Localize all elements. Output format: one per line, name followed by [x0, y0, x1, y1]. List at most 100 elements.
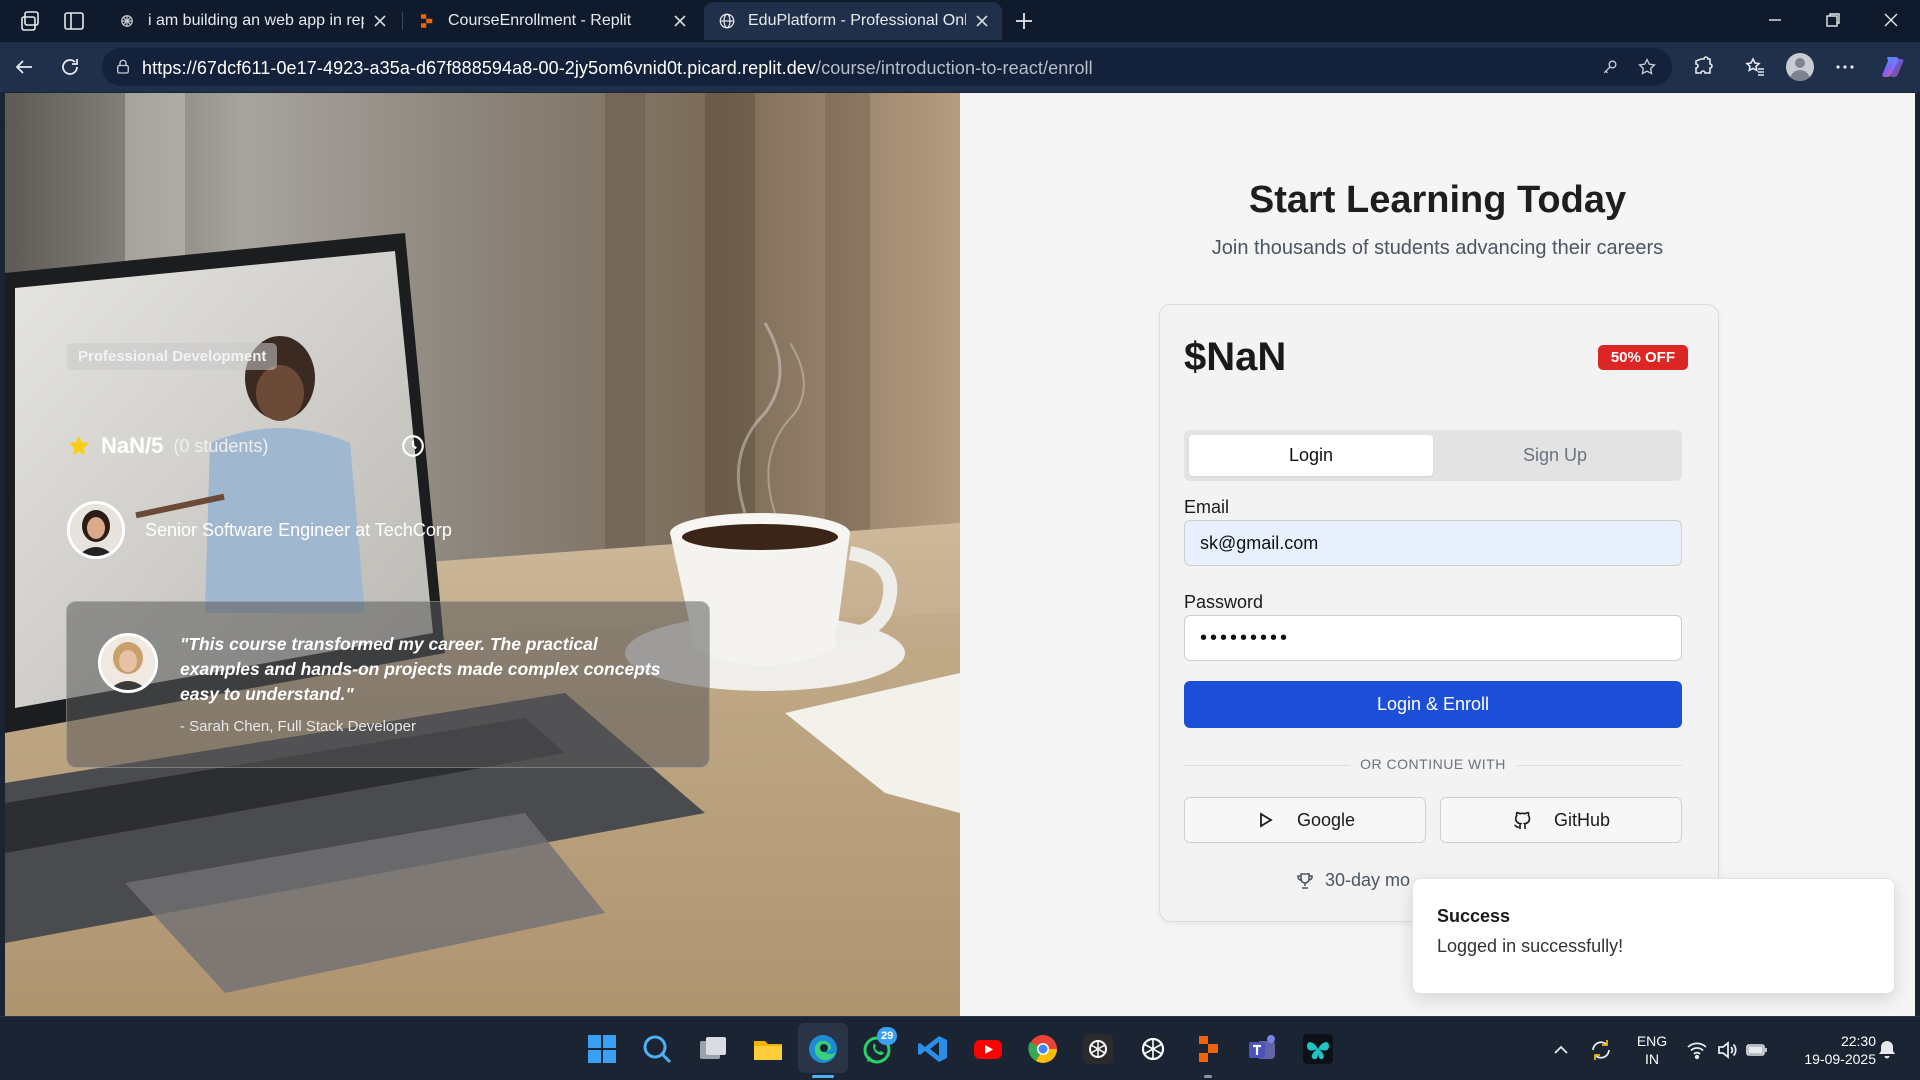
minimize-icon[interactable]: [1765, 10, 1785, 30]
category-badge: Professional Development: [67, 343, 278, 370]
volume-icon[interactable]: [1716, 1039, 1738, 1061]
url-path: /course/introduction-to-react/enroll: [816, 58, 1093, 78]
course-hero-image: Professional Development NaN/5 (0 studen…: [5, 93, 960, 1016]
openai-favicon-icon: [121, 15, 133, 27]
sync-icon[interactable]: [1588, 1037, 1614, 1063]
password-label: Password: [1184, 592, 1264, 612]
tab-title: EduPlatform - Professional Online: [748, 12, 966, 29]
language-region: IN: [1645, 1051, 1659, 1067]
page-title: Start Learning Today: [1248, 179, 1627, 221]
time: 22:30: [1840, 1033, 1876, 1049]
url-bar[interactable]: https://67dcf611-0e17-4923-a35a-d67f8885…: [102, 48, 1672, 86]
more-options-icon[interactable]: [1833, 55, 1857, 79]
lock-icon[interactable]: [114, 58, 132, 76]
extensions-icon[interactable]: [1692, 55, 1716, 79]
whatsapp-unread-badge: 29: [877, 1027, 898, 1045]
search-icon[interactable]: [641, 1033, 673, 1065]
password-value: •••••••••: [1200, 626, 1291, 649]
app-butterfly-icon[interactable]: [1302, 1033, 1334, 1065]
wifi-icon[interactable]: [1686, 1039, 1708, 1061]
tab-separator: [402, 12, 403, 30]
password-field[interactable]: •••••••••: [1184, 615, 1682, 661]
windows-taskbar: 29 ENG IN 22:30 19-09-2025: [0, 1016, 1920, 1080]
edge-browser-icon[interactable]: [807, 1033, 839, 1065]
login-enroll-button[interactable]: Login & Enroll: [1184, 681, 1682, 728]
play-icon: [1260, 812, 1273, 828]
google-login-button[interactable]: Google: [1184, 797, 1426, 843]
money-back-guarantee: 30-day mo: [1295, 870, 1410, 891]
success-toast[interactable]: Success Logged in successfully!: [1412, 878, 1895, 994]
new-tab-icon[interactable]: [1012, 9, 1036, 33]
password-key-icon[interactable]: [1600, 57, 1620, 77]
chrome-icon[interactable]: [1027, 1033, 1059, 1065]
testimonial-avatar: [98, 633, 158, 693]
enrollment-card: $NaN 50% OFF Login Sign Up Email sk@gmai…: [1159, 304, 1719, 922]
replit-favicon-icon: [421, 14, 433, 28]
windows-start-icon[interactable]: [586, 1033, 618, 1065]
back-arrow-icon[interactable]: [12, 55, 36, 79]
vertical-tabs-icon[interactable]: [62, 9, 86, 33]
star-icon: [69, 436, 89, 455]
web-page: Professional Development NaN/5 (0 studen…: [5, 93, 1915, 1016]
file-explorer-icon[interactable]: [752, 1033, 784, 1065]
browser-address-bar: https://67dcf611-0e17-4923-a35a-d67f8885…: [0, 42, 1920, 92]
course-price: $NaN: [1184, 335, 1287, 379]
discount-badge: 50% OFF: [1597, 345, 1688, 370]
language-indicator[interactable]: ENG IN: [1630, 1032, 1674, 1068]
instructor-role: Senior Software Engineer at TechCorp: [145, 519, 452, 540]
clock-icon: [402, 435, 424, 457]
refresh-icon[interactable]: [58, 55, 82, 79]
toast-message: Logged in successfully!: [1437, 936, 1624, 956]
close-tab-icon[interactable]: [974, 13, 990, 29]
task-view-icon[interactable]: [697, 1033, 729, 1065]
workspaces-icon[interactable]: [18, 9, 42, 33]
language-code: ENG: [1636, 1033, 1668, 1049]
testimonial-author: - Sarah Chen, Full Stack Developer: [180, 718, 416, 735]
tab-title: i am building an web app in replit: [148, 12, 364, 29]
email-value: sk@gmail.com: [1200, 532, 1319, 553]
tab-course-enrollment-replit[interactable]: CourseEnrollment - Replit: [404, 2, 700, 40]
auth-tabs: Login Sign Up: [1184, 430, 1682, 481]
testimonial-card: "This course transformed my career. The …: [66, 601, 710, 768]
show-hidden-icons-icon[interactable]: [1552, 1041, 1570, 1059]
instructor-info: Senior Software Engineer at TechCorp: [67, 501, 452, 559]
close-tab-icon[interactable]: [372, 13, 388, 29]
github-login-button[interactable]: GitHub: [1440, 797, 1682, 843]
date: 19-09-2025: [1804, 1051, 1876, 1067]
running-app-indicator: [1204, 1075, 1212, 1078]
notification-bell-icon[interactable]: [1876, 1039, 1898, 1061]
trophy-icon: [1297, 872, 1313, 889]
toast-title: Success: [1437, 906, 1511, 926]
clock-date[interactable]: 22:30 19-09-2025: [1780, 1032, 1876, 1068]
battery-icon[interactable]: [1746, 1040, 1768, 1060]
close-tab-icon[interactable]: [672, 13, 688, 29]
close-window-icon[interactable]: [1881, 10, 1901, 30]
tab-eduplatform[interactable]: EduPlatform - Professional Online: [704, 2, 1002, 40]
email-label: Email: [1184, 497, 1230, 517]
divider-label: OR CONTINUE WITH: [1184, 756, 1682, 772]
browser-tab-bar: i am building an web app in replit Cours…: [0, 0, 1920, 42]
replit-app-icon[interactable]: [1192, 1033, 1224, 1065]
email-field[interactable]: sk@gmail.com: [1184, 520, 1682, 566]
favorite-star-icon[interactable]: [1637, 57, 1657, 77]
copilot-icon[interactable]: [1879, 53, 1907, 81]
globe-icon: [719, 13, 735, 29]
openai-icon[interactable]: [1137, 1033, 1169, 1065]
tab-login[interactable]: Login: [1189, 435, 1433, 476]
profile-avatar[interactable]: [1786, 53, 1814, 81]
tab-title: CourseEnrollment - Replit: [448, 12, 632, 29]
url-text[interactable]: https://67dcf611-0e17-4923-a35a-d67f8885…: [142, 58, 1093, 79]
vscode-icon[interactable]: [917, 1033, 949, 1065]
teams-icon[interactable]: [1247, 1033, 1279, 1065]
tab-replit-agent[interactable]: i am building an web app in replit: [104, 2, 400, 40]
course-rating: NaN/5 (0 students): [67, 433, 268, 459]
testimonial-quote: "This course transformed my career. The …: [180, 634, 661, 704]
github-label: GitHub: [1553, 809, 1611, 830]
github-icon: [1514, 811, 1531, 829]
restore-icon[interactable]: [1823, 10, 1843, 30]
chatgpt-app-icon[interactable]: [1082, 1033, 1114, 1065]
youtube-icon[interactable]: [972, 1033, 1004, 1065]
rating-score: NaN/5: [101, 433, 164, 458]
favorites-icon[interactable]: [1743, 55, 1767, 79]
tab-signup[interactable]: Sign Up: [1433, 435, 1677, 476]
